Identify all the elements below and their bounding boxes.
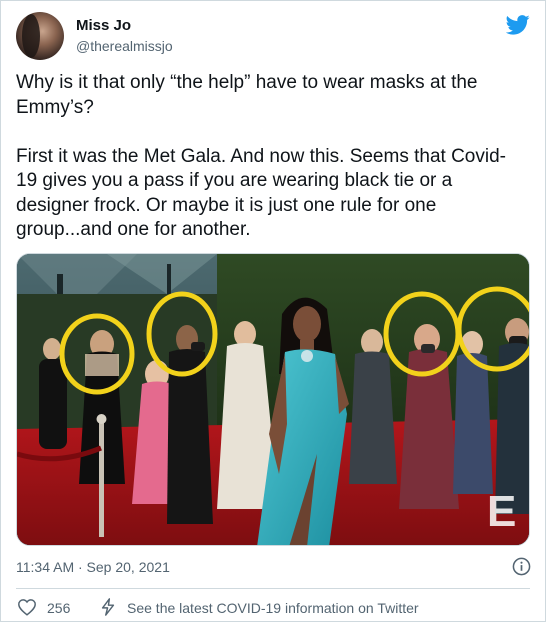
- lightning-bolt-icon: [101, 598, 115, 616]
- twitter-bird-icon[interactable]: [506, 15, 530, 35]
- avatar[interactable]: [16, 12, 64, 60]
- like-count[interactable]: 256: [47, 600, 70, 616]
- author-handle[interactable]: @therealmissjo: [76, 38, 173, 54]
- tweet-header: Miss Jo @therealmissjo: [16, 11, 530, 63]
- tweet-photo[interactable]: E: [16, 253, 530, 546]
- tweet-timestamp[interactable]: 11:34 AM · Sep 20, 2021: [16, 559, 170, 575]
- info-icon[interactable]: [512, 557, 531, 576]
- red-carpet-photo: E: [17, 254, 529, 545]
- author-name[interactable]: Miss Jo: [76, 17, 131, 34]
- divider: [16, 588, 530, 589]
- tweet-card: Miss Jo @therealmissjo Why is it that on…: [0, 0, 546, 622]
- covid-info-link[interactable]: See the latest COVID-19 information on T…: [127, 600, 419, 616]
- e-network-watermark: E: [487, 487, 516, 536]
- heart-icon[interactable]: [17, 598, 37, 616]
- tweet-text: Why is it that only “the help” have to w…: [16, 72, 506, 240]
- tweet-actions: 256 See the latest COVID-19 information …: [16, 598, 530, 618]
